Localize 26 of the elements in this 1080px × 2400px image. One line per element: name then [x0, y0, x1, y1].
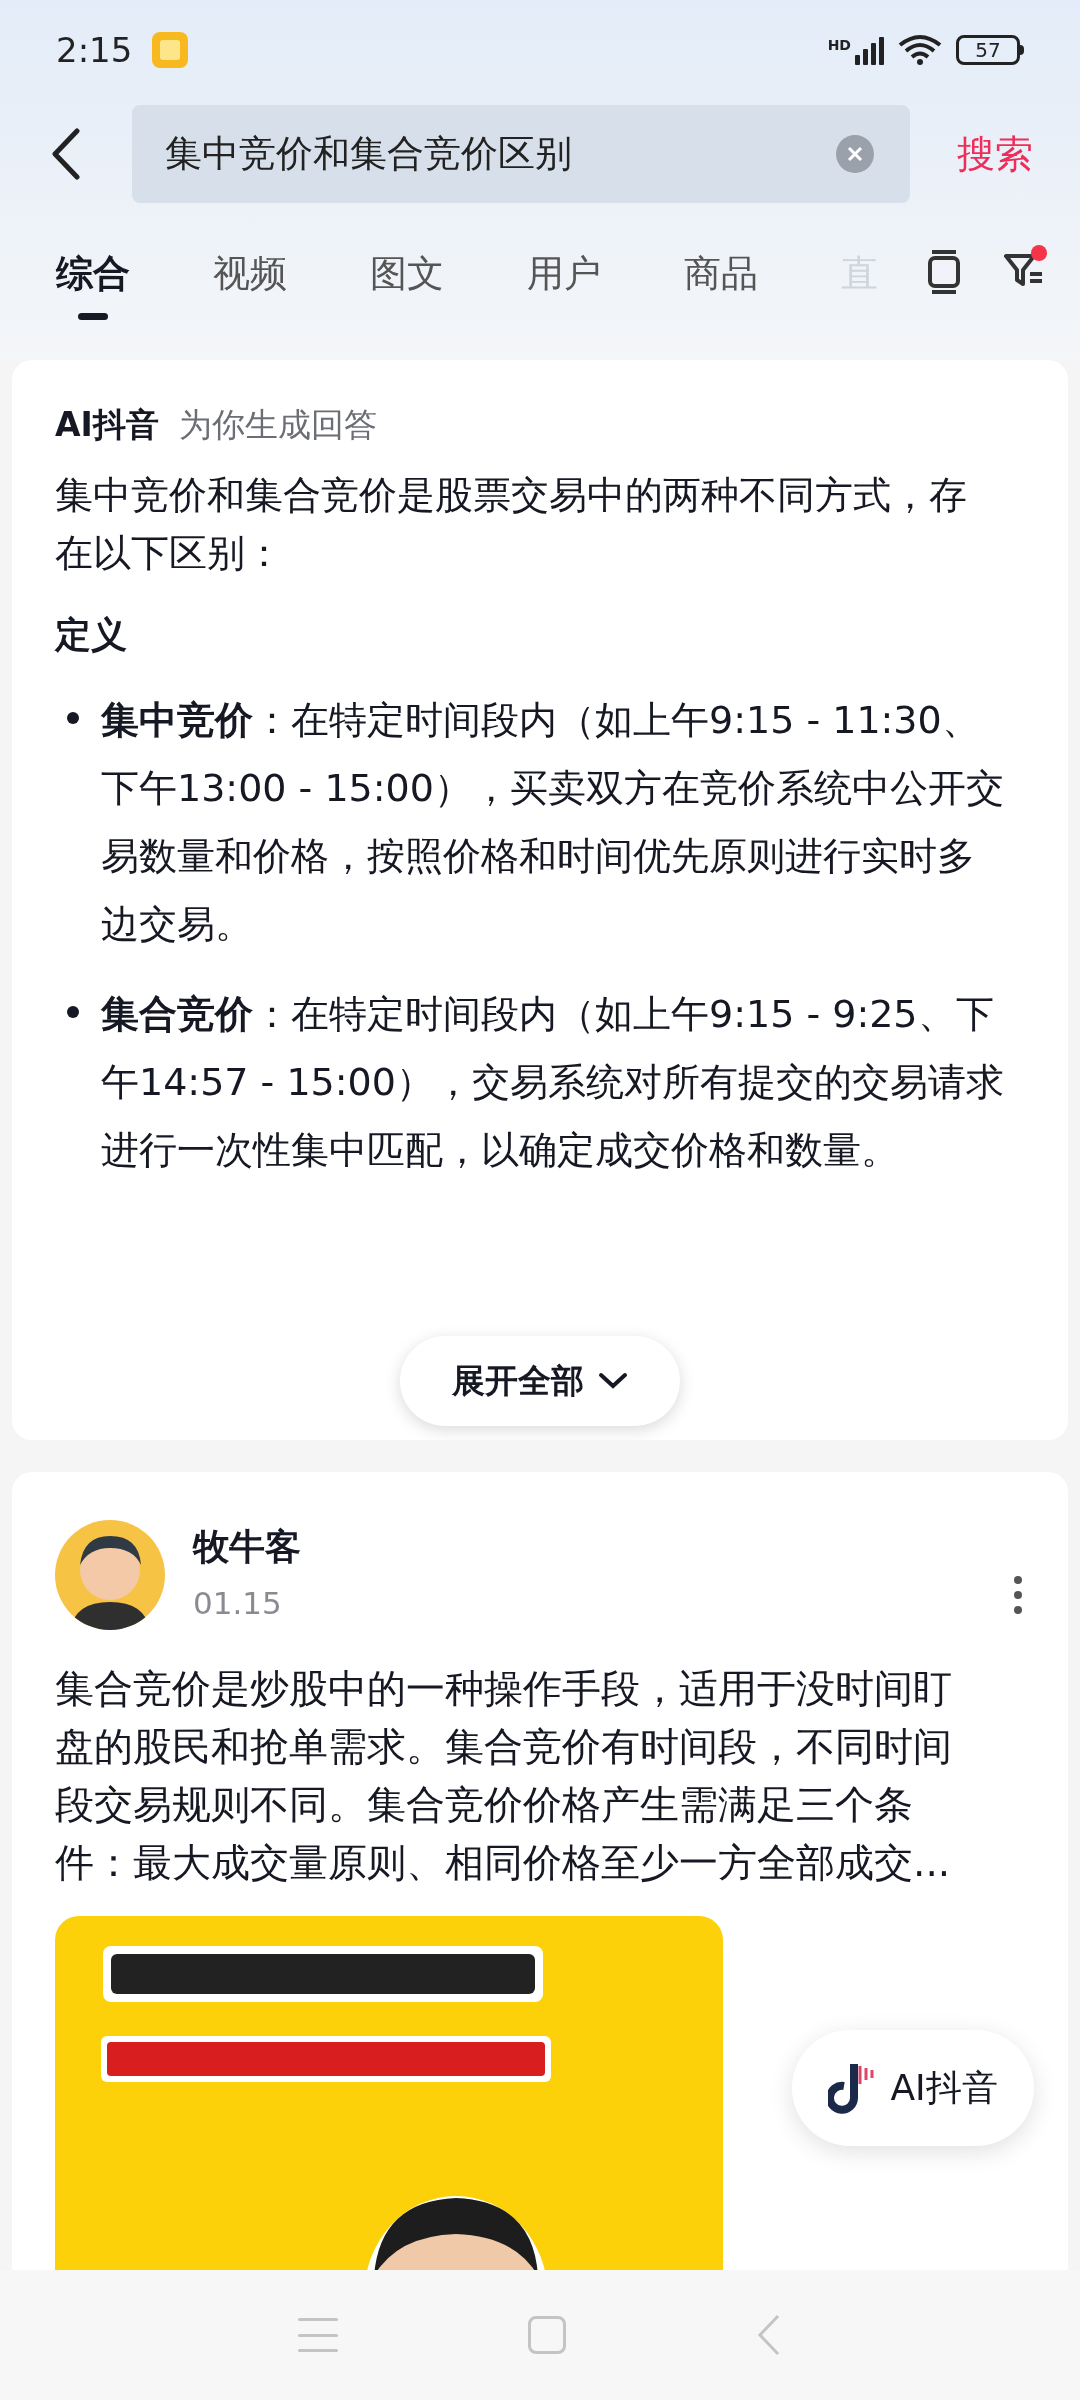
answer-intro: 集中竞价和集合竞价是股票交易中的两种不同方式，存在以下区别：: [55, 472, 968, 577]
tab[interactable]: 综合: [56, 210, 130, 320]
signal-icon: [855, 35, 884, 65]
post-text: 集合竞价是炒股中的一种操作手段，适用于没时间盯盘的股民和抢单需求。集合竞价有时间段，不同时间段交易规则不同。集合竞价价格产生需满足三个条件：最大成交量原则、相同价格至少一方全部成交...: [55, 1665, 953, 1887]
expand-button[interactable]: 展开全部: [400, 1336, 680, 1426]
chevron-left-icon: [51, 128, 81, 180]
search-button[interactable]: 搜索: [910, 104, 1080, 204]
status-time: 2:15: [56, 28, 133, 72]
search-field[interactable]: 集中竞价和集合竞价区别: [132, 105, 910, 203]
answer-paragraph: 集合竞价：在特定时间段内（如上午9:15 - 9:25、下午14:57 - 15:00），交易系统对所有提交的交易请求进行一次性集中匹配，以确定成交价格和数量。: [101, 991, 1005, 1174]
tab[interactable]: 视频: [213, 210, 287, 320]
author-name[interactable]: 牧牛客: [193, 1522, 1008, 1572]
ai-brand-label: AI抖音: [55, 404, 159, 447]
chevron-down-icon: [598, 1371, 628, 1391]
answer-heading: 定义: [55, 613, 128, 657]
tab[interactable]: 用户: [527, 210, 601, 320]
answer-paragraph: 集中竞价：在特定时间段内（如上午9:15 - 11:30、下午13:00 - 15:00），买卖双方在竞价系统中公开交易数量和价格，按照价格和时间优先原则进行实时多边交易。: [101, 697, 1005, 948]
battery-indicator: 57: [956, 35, 1024, 65]
ai-assistant-button[interactable]: AI抖音: [792, 2030, 1034, 2146]
post-date: 01.15: [193, 1584, 283, 1623]
notification-icon: [152, 32, 189, 68]
tab[interactable]: 图文: [370, 210, 444, 320]
tab[interactable]: 商品: [684, 210, 758, 320]
answer-subtitle: 为你生成回答: [178, 404, 377, 447]
network-label: HD: [827, 36, 851, 55]
wifi-icon: [898, 33, 942, 67]
